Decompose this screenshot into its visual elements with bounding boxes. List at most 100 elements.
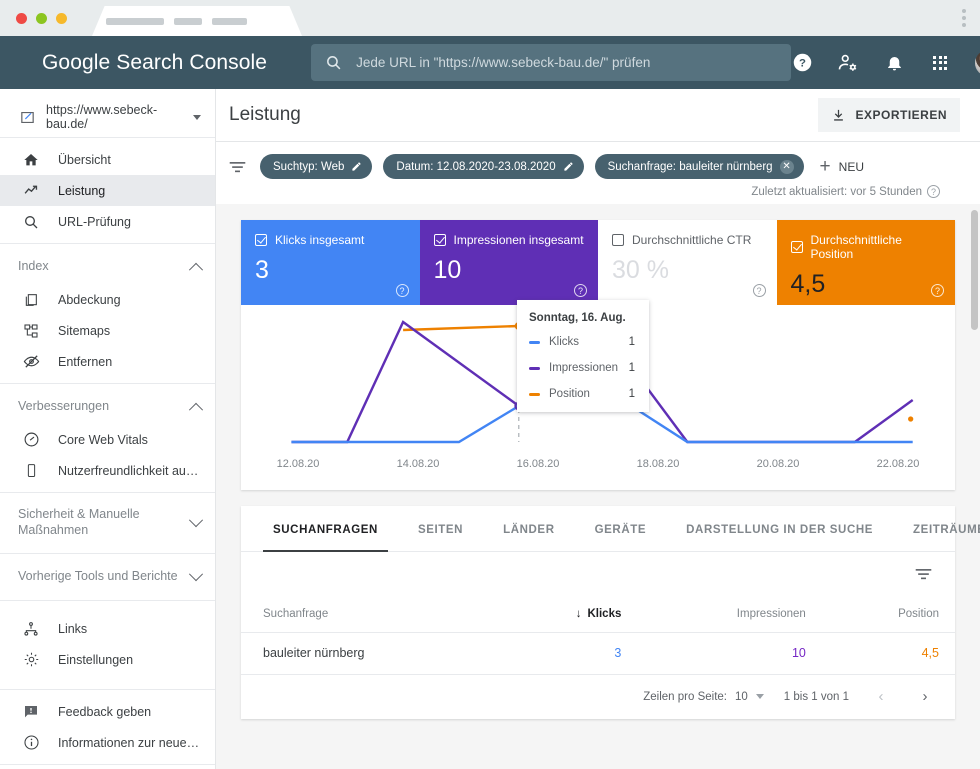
sidebar-item-abdeckung[interactable]: Abdeckung: [0, 284, 215, 315]
sidebar-item-links[interactable]: Links: [0, 613, 215, 644]
sidebar-header-sicherheit[interactable]: Sicherheit & Manuelle Maßnahmen: [0, 499, 215, 547]
url-inspection-search-input[interactable]: Jede URL in "https://www.sebeck-bau.de/"…: [311, 44, 791, 81]
sidebar-item-label: Nutzerfreundlichkeit auf Mobil…: [58, 464, 201, 478]
last-updated-text: Zuletzt aktualisiert: vor 5 Stunden: [751, 186, 922, 198]
browser-tab[interactable]: [92, 6, 302, 36]
sidebar-item-sitemaps[interactable]: Sitemaps: [0, 315, 215, 346]
metric-card-ctr[interactable]: Durchschnittliche CTR 30 % ?: [598, 220, 777, 305]
close-window-button[interactable]: [16, 13, 27, 24]
apps-grid-icon[interactable]: [929, 52, 951, 74]
sidebar-header-index[interactable]: Index: [0, 250, 215, 284]
sidebar-group-main: Übersicht Leistung URL-Prüfung: [0, 138, 215, 244]
avatar[interactable]: [975, 50, 980, 76]
metric-card-position[interactable]: Durchschnittliche Position 4,5 ?: [777, 220, 956, 305]
tab-suchanfragen[interactable]: SUCHANFRAGEN: [253, 506, 398, 551]
sidebar-legal-links: Datenschutz Nutzungsbedingungen: [0, 765, 215, 769]
sidebar-item-feedback[interactable]: Feedback geben: [0, 696, 215, 727]
chevron-up-icon[interactable]: [189, 263, 203, 277]
metric-value: 4,5: [791, 270, 942, 299]
chevron-down-icon[interactable]: [756, 694, 764, 699]
vertical-scrollbar[interactable]: [971, 210, 978, 330]
minimize-window-button[interactable]: [36, 13, 47, 24]
help-icon[interactable]: ?: [574, 284, 587, 297]
sidebar-item-core-web-vitals[interactable]: Core Web Vitals: [0, 424, 215, 455]
sidebar-item-einstellungen[interactable]: Einstellungen: [0, 644, 215, 675]
tooltip-value: 1: [629, 336, 635, 348]
help-icon[interactable]: ?: [927, 185, 940, 198]
export-button[interactable]: EXPORTIEREN: [818, 98, 960, 132]
sidebar-item-entfernen[interactable]: Entfernen: [0, 346, 215, 377]
tab-label: DARSTELLUNG IN DER SUCHE: [686, 524, 873, 536]
checkbox-icon[interactable]: [434, 234, 446, 246]
chevron-right-icon[interactable]: ›: [913, 685, 937, 709]
tab-darstellung-in-der-suche[interactable]: DARSTELLUNG IN DER SUCHE: [666, 506, 893, 551]
sidebar-item-mobile-usability[interactable]: Nutzerfreundlichkeit auf Mobil…: [0, 455, 215, 486]
tab-geraete[interactable]: GERÄTE: [575, 506, 667, 551]
close-icon[interactable]: ✕: [780, 160, 794, 174]
add-filter-button[interactable]: + NEU: [815, 157, 864, 176]
sidebar-item-leistung[interactable]: Leistung: [0, 175, 215, 206]
rows-per-page-label: Zeilen pro Seite:: [643, 691, 727, 703]
sidebar-item-label: Informationen zur neuen Version: [58, 736, 201, 750]
maximize-window-button[interactable]: [56, 13, 67, 24]
property-selector[interactable]: https://www.sebeck-bau.de/: [0, 97, 215, 138]
metric-card-clicks[interactable]: Klicks insgesamt 3 ?: [241, 220, 420, 305]
sidebar-header-legacy[interactable]: Vorherige Tools und Berichte: [0, 560, 215, 594]
sidebar-header-verbesserungen[interactable]: Verbesserungen: [0, 390, 215, 424]
column-header-position[interactable]: Position: [822, 596, 955, 632]
chip-label: Suchanfrage: bauleiter nürnberg: [608, 161, 773, 173]
dimension-table-card: SUCHANFRAGEN SEITEN LÄNDER GERÄTE DARSTE…: [241, 506, 955, 719]
scroll-area[interactable]: Klicks insgesamt 3 ? Impressionen insges…: [216, 204, 980, 769]
user-settings-icon[interactable]: [837, 52, 859, 74]
sidebar-item-uebersicht[interactable]: Übersicht: [0, 144, 215, 175]
tab-label: SUCHANFRAGEN: [273, 524, 378, 536]
kebab-menu-icon[interactable]: [962, 9, 966, 27]
sidebar-item-url-pruefung[interactable]: URL-Prüfung: [0, 206, 215, 237]
chevron-left-icon[interactable]: ‹: [869, 685, 893, 709]
info-icon: [22, 734, 40, 752]
last-updated-status: Zuletzt aktualisiert: vor 5 Stunden ?: [229, 179, 960, 198]
tab-label: ZEITRÄUME: [913, 524, 980, 536]
filter-bar: Suchtyp: Web Datum: 12.08.2020-23.08.202…: [216, 141, 980, 204]
property-url: https://www.sebeck-bau.de/: [46, 103, 183, 131]
x-tick-label: 20.08.20: [749, 458, 807, 470]
help-icon[interactable]: ?: [753, 284, 766, 297]
column-header-suchanfrage[interactable]: Suchanfrage: [241, 596, 496, 632]
column-header-impressionen[interactable]: Impressionen: [637, 596, 821, 632]
chip-label: Suchtyp: Web: [273, 161, 344, 173]
chevron-down-icon[interactable]: [193, 115, 201, 120]
chip-datum[interactable]: Datum: 12.08.2020-23.08.2020: [383, 154, 583, 179]
rows-per-page-select[interactable]: Zeilen pro Seite: 10: [643, 691, 764, 703]
chip-suchtyp[interactable]: Suchtyp: Web: [260, 154, 372, 179]
filter-funnel-icon[interactable]: [915, 567, 932, 581]
sidebar-item-new-version-info[interactable]: Informationen zur neuen Version: [0, 727, 215, 758]
checkbox-icon[interactable]: [255, 234, 267, 246]
checkbox-icon[interactable]: [791, 241, 803, 253]
help-icon[interactable]: ?: [931, 284, 944, 297]
x-tick-label: 16.08.20: [509, 458, 567, 470]
tab-laender[interactable]: LÄNDER: [483, 506, 575, 551]
notifications-bell-icon[interactable]: [883, 52, 905, 74]
tab-zeitraeume[interactable]: ZEITRÄUME: [893, 506, 980, 551]
tab-seiten[interactable]: SEITEN: [398, 506, 483, 551]
help-icon[interactable]: ?: [791, 52, 813, 74]
metric-card-impressions[interactable]: Impressionen insgesamt 10 ?: [420, 220, 599, 305]
chip-suchanfrage[interactable]: Suchanfrage: bauleiter nürnberg ✕: [595, 154, 804, 179]
filter-funnel-icon[interactable]: [229, 160, 246, 174]
chevron-up-icon[interactable]: [189, 403, 203, 417]
checkbox-icon[interactable]: [612, 234, 624, 246]
pencil-icon[interactable]: [351, 161, 362, 172]
rows-per-page-value: 10: [735, 691, 748, 703]
tab-label: GERÄTE: [595, 524, 647, 536]
performance-table: Suchanfrage ↓Klicks Impressionen Positio…: [241, 596, 955, 675]
chevron-down-icon[interactable]: [189, 513, 203, 527]
column-header-klicks[interactable]: ↓Klicks: [496, 596, 638, 632]
chevron-down-icon[interactable]: [189, 567, 203, 581]
chart-plot-area[interactable]: Sonntag, 16. Aug. Klicks 1 Impressionen …: [241, 305, 955, 490]
sidebar-group-index: Index Abdeckung Sitemaps Entfernen: [0, 244, 215, 384]
brand-google: Google: [42, 51, 110, 74]
pencil-icon[interactable]: [563, 161, 574, 172]
table-row[interactable]: bauleiter nürnberg 3 10 4,5: [241, 632, 955, 674]
sidebar-group-feedback: Feedback geben Informationen zur neuen V…: [0, 690, 215, 765]
help-icon[interactable]: ?: [396, 284, 409, 297]
